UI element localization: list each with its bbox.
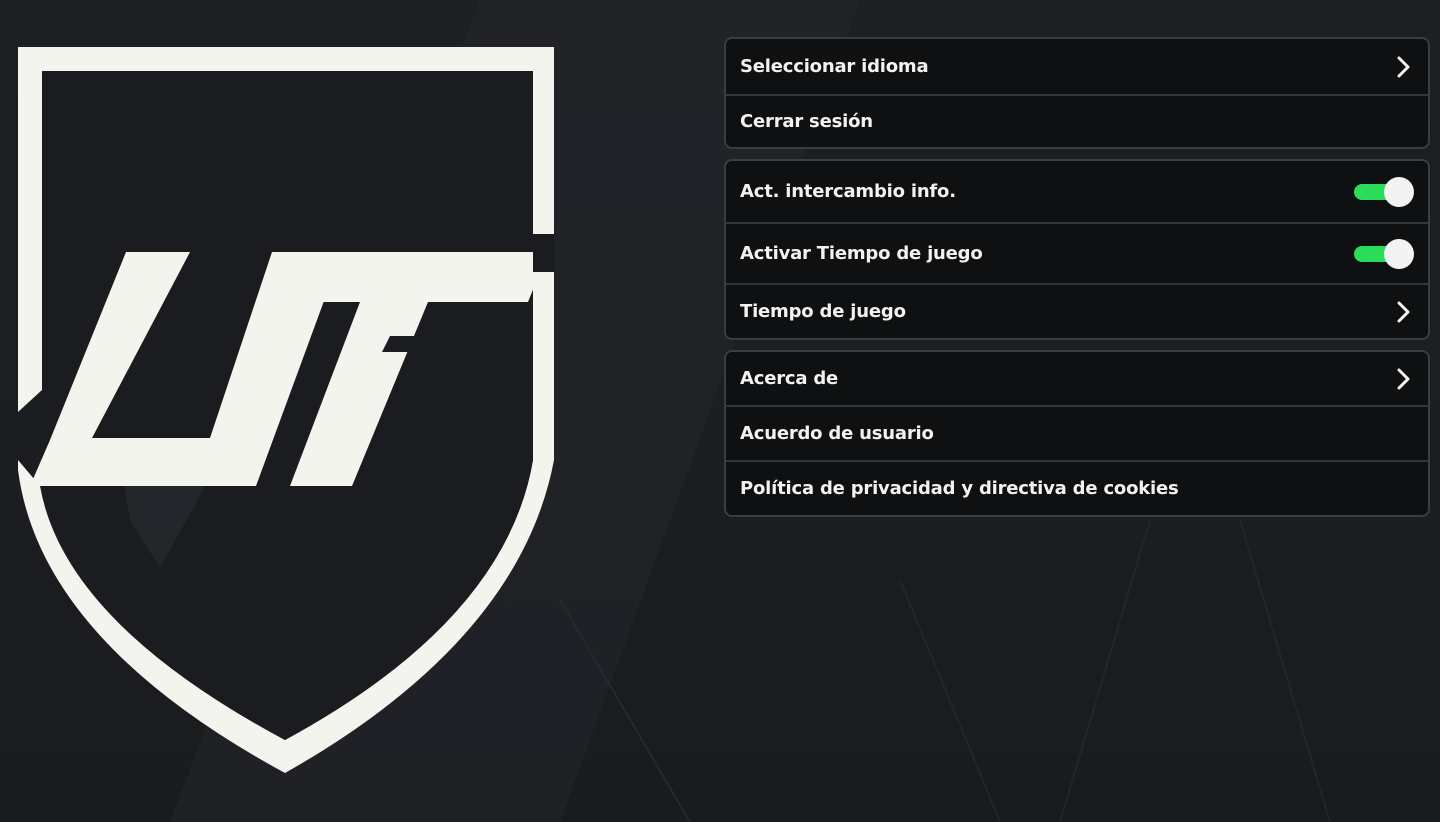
menu-item-label: Activar Tiempo de juego: [740, 243, 983, 264]
menu-item-label: Acuerdo de usuario: [740, 423, 934, 444]
menu-item-playtime[interactable]: Tiempo de juego: [726, 283, 1428, 338]
ut-shield-logo: [18, 47, 554, 773]
menu-item-privacy-policy[interactable]: Política de privacidad y directiva de co…: [726, 460, 1428, 515]
playtime-toggle[interactable]: [1354, 238, 1414, 269]
toggle-knob: [1384, 238, 1414, 269]
menu-item-label: Act. intercambio info.: [740, 181, 956, 202]
menu-item-about[interactable]: Acerca de: [726, 352, 1428, 405]
settings-group-playtime: Act. intercambio info. Activar Tiempo de…: [724, 159, 1430, 340]
menu-item-user-agreement[interactable]: Acuerdo de usuario: [726, 405, 1428, 460]
toggle-knob: [1384, 176, 1414, 207]
settings-group-account: Seleccionar idioma Cerrar sesión: [724, 37, 1430, 149]
menu-item-data-sharing[interactable]: Act. intercambio info.: [726, 161, 1428, 222]
menu-item-label: Política de privacidad y directiva de co…: [740, 478, 1179, 499]
menu-item-sign-out[interactable]: Cerrar sesión: [726, 94, 1428, 147]
menu-item-label: Seleccionar idioma: [740, 56, 929, 77]
chevron-right-icon: [1394, 301, 1414, 322]
menu-item-label: Cerrar sesión: [740, 111, 873, 132]
settings-menu: Seleccionar idioma Cerrar sesión Act. in…: [724, 37, 1430, 527]
menu-item-label: Tiempo de juego: [740, 301, 906, 322]
menu-item-select-language[interactable]: Seleccionar idioma: [726, 39, 1428, 94]
menu-item-enable-playtime[interactable]: Activar Tiempo de juego: [726, 222, 1428, 283]
settings-group-legal: Acerca de Acuerdo de usuario Política de…: [724, 350, 1430, 517]
settings-screen: Seleccionar idioma Cerrar sesión Act. in…: [0, 0, 1440, 822]
chevron-right-icon: [1394, 368, 1414, 389]
menu-item-label: Acerca de: [740, 368, 839, 389]
chevron-right-icon: [1394, 56, 1414, 77]
data-sharing-toggle[interactable]: [1354, 176, 1414, 207]
